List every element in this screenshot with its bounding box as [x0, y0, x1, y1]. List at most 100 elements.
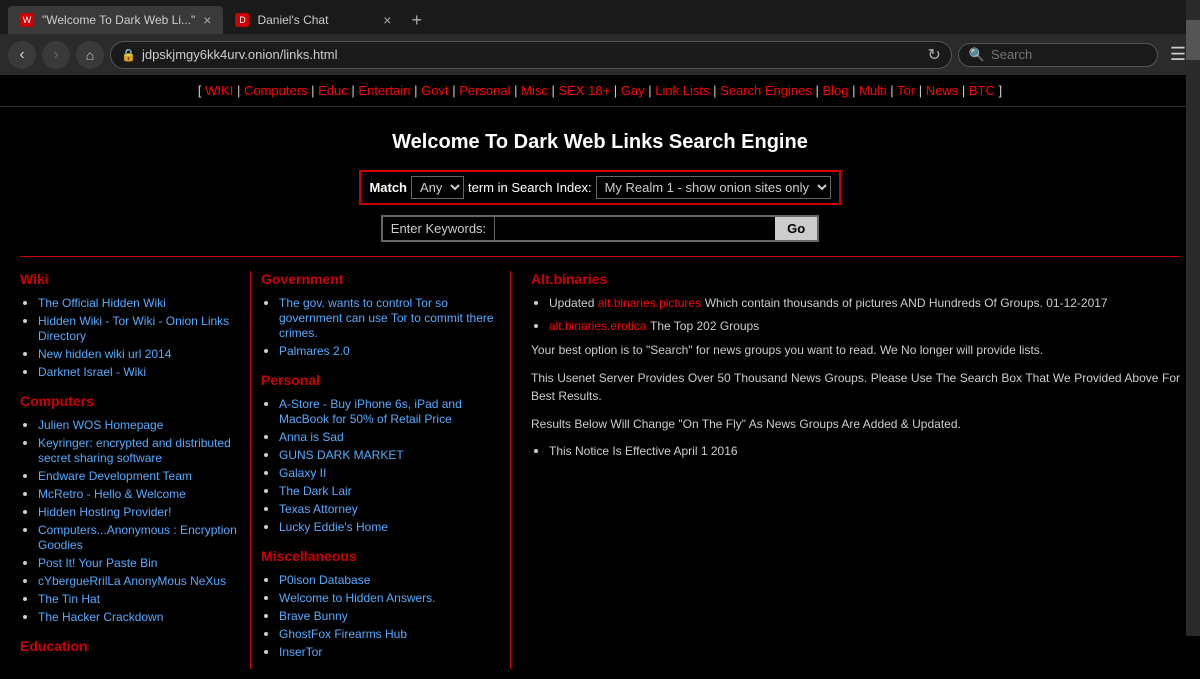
- gov-link-1[interactable]: The gov. wants to control Tor so governm…: [279, 296, 494, 340]
- nav-searchengines[interactable]: Search Engines: [720, 83, 812, 98]
- nav-news[interactable]: News: [926, 83, 959, 98]
- pers-link-2[interactable]: Anna is Sad: [279, 430, 344, 444]
- nav-linklists[interactable]: Link Lists: [655, 83, 709, 98]
- comp-link-8[interactable]: cYbergueRrilLa AnonyMous NeXus: [38, 574, 226, 588]
- alt-updated-text: Updated: [549, 296, 598, 310]
- address-input[interactable]: [142, 47, 922, 62]
- misc-link-2[interactable]: Welcome to Hidden Answers.: [279, 591, 436, 605]
- browser-search-input[interactable]: [991, 47, 1147, 62]
- misc-link-3[interactable]: Brave Bunny: [279, 609, 348, 623]
- list-item: The Tin Hat: [38, 591, 240, 606]
- scrollbar-thumb[interactable]: [1186, 20, 1200, 60]
- comp-link-4[interactable]: McRetro - Hello & Welcome: [38, 487, 186, 501]
- wiki-link-3[interactable]: New hidden wiki url 2014: [38, 347, 171, 361]
- nav-blog[interactable]: Blog: [823, 83, 849, 98]
- lock-icon: 🔒: [121, 48, 136, 62]
- nav-tor[interactable]: Tor: [897, 83, 915, 98]
- nav-multi[interactable]: Multi: [859, 83, 886, 98]
- tab-icon-danielschat: D: [235, 13, 249, 27]
- index-select[interactable]: My Realm 1 - show onion sites only: [596, 176, 831, 199]
- reload-button[interactable]: ↻: [927, 45, 940, 65]
- alt-binaries-list: Updated alt.binaries.pictures Which cont…: [531, 295, 1180, 310]
- col-mid: Government The gov. wants to control Tor…: [250, 271, 510, 669]
- list-item: The Hacker Crackdown: [38, 609, 240, 624]
- tab-close-darkweb[interactable]: ×: [203, 12, 211, 28]
- comp-link-10[interactable]: The Hacker Crackdown: [38, 610, 163, 624]
- list-item: Julien WOS Homepage: [38, 417, 240, 432]
- pers-link-6[interactable]: Texas Attorney: [279, 502, 358, 516]
- scrollbar[interactable]: [1186, 0, 1200, 636]
- forward-button[interactable]: ›: [42, 41, 70, 69]
- list-item: Hidden Hosting Provider!: [38, 504, 240, 519]
- keyword-input[interactable]: [495, 217, 775, 240]
- page-title: Welcome To Dark Web Links Search Engine: [20, 117, 1180, 170]
- wiki-link-4[interactable]: Darknet Israel - Wiki: [38, 365, 146, 379]
- nav-bracket-open: [: [198, 83, 202, 98]
- nav-personal[interactable]: Personal: [459, 83, 510, 98]
- notice-text: This Notice Is Effective April 1 2016: [549, 444, 738, 458]
- comp-link-2[interactable]: Keyringer: encrypted and distributed sec…: [38, 436, 231, 465]
- government-section-title: Government: [261, 271, 500, 287]
- nav-educ[interactable]: Educ: [318, 83, 348, 98]
- wiki-section-title: Wiki: [20, 271, 240, 287]
- new-tab-button[interactable]: +: [403, 10, 430, 31]
- nav-entertain[interactable]: Entertain: [358, 83, 410, 98]
- list-item: cYbergueRrilLa AnonyMous NeXus: [38, 573, 240, 588]
- nav-gay[interactable]: Gay: [621, 83, 645, 98]
- browser-chrome: W "Welcome To Dark Web Li..." × D Daniel…: [0, 0, 1200, 75]
- page-content: [ WIKI | Computers | Educ | Entertain | …: [0, 75, 1200, 679]
- col-right: Alt.binaries Updated alt.binaries.pictur…: [510, 271, 1180, 669]
- nav-sex18[interactable]: SEX 18+: [558, 83, 610, 98]
- alt-erotica-desc: The Top 202 Groups: [650, 319, 759, 333]
- alt-erotica-link[interactable]: alt.binaries.erotica: [549, 319, 646, 333]
- pers-link-1[interactable]: A-Store - Buy iPhone 6s, iPad and MacBoo…: [279, 397, 462, 426]
- tab-danielschat[interactable]: D Daniel's Chat ×: [223, 6, 403, 34]
- comp-link-3[interactable]: Endware Development Team: [38, 469, 192, 483]
- go-button[interactable]: Go: [775, 217, 817, 240]
- nav-misc[interactable]: Misc: [521, 83, 548, 98]
- col-left: Wiki The Official Hidden Wiki Hidden Wik…: [20, 271, 250, 669]
- pers-link-3[interactable]: GUNS DARK MARKET: [279, 448, 404, 462]
- misc-link-4[interactable]: GhostFox Firearms Hub: [279, 627, 407, 641]
- address-bar[interactable]: 🔒 ↻: [110, 41, 952, 69]
- wiki-link-1[interactable]: The Official Hidden Wiki: [38, 296, 166, 310]
- misc-link-1[interactable]: P0ison Database: [279, 573, 370, 587]
- wiki-link-2[interactable]: Hidden Wiki - Tor Wiki - Onion Links Dir…: [38, 314, 229, 343]
- list-item: Texas Attorney: [279, 501, 500, 516]
- pers-link-5[interactable]: The Dark Lair: [279, 484, 352, 498]
- divider: [20, 256, 1180, 257]
- misc-link-list: P0ison Database Welcome to Hidden Answer…: [261, 572, 500, 659]
- alt-erotica-list: alt.binaries.erotica The Top 202 Groups: [531, 318, 1180, 333]
- comp-link-5[interactable]: Hidden Hosting Provider!: [38, 505, 171, 519]
- comp-link-7[interactable]: Post It! Your Paste Bin: [38, 556, 157, 570]
- tab-close-danielschat[interactable]: ×: [383, 12, 391, 28]
- misc-link-5[interactable]: InserTor: [279, 645, 322, 659]
- notice-list: This Notice Is Effective April 1 2016: [531, 443, 1180, 458]
- list-item: InserTor: [279, 644, 500, 659]
- list-item: Endware Development Team: [38, 468, 240, 483]
- pers-link-7[interactable]: Lucky Eddie's Home: [279, 520, 388, 534]
- list-item: Darknet Israel - Wiki: [38, 364, 240, 379]
- match-select[interactable]: Any All: [411, 176, 464, 199]
- browser-search-bar[interactable]: 🔍: [958, 43, 1158, 67]
- nav-govt[interactable]: Govt: [421, 83, 448, 98]
- alt-para3: Results Below Will Change "On The Fly" A…: [531, 415, 1180, 433]
- comp-link-6[interactable]: Computers...Anonymous : Encryption Goodi…: [38, 523, 237, 552]
- nav-btc[interactable]: BTC: [969, 83, 995, 98]
- list-item: Lucky Eddie's Home: [279, 519, 500, 534]
- list-item: Keyringer: encrypted and distributed sec…: [38, 435, 240, 465]
- list-item: New hidden wiki url 2014: [38, 346, 240, 361]
- nav-wiki[interactable]: WIKI: [205, 83, 233, 98]
- tab-darkweb[interactable]: W "Welcome To Dark Web Li..." ×: [8, 6, 223, 34]
- back-button[interactable]: ‹: [8, 41, 36, 69]
- comp-link-1[interactable]: Julien WOS Homepage: [38, 418, 163, 432]
- columns: Wiki The Official Hidden Wiki Hidden Wik…: [20, 271, 1180, 669]
- gov-link-2[interactable]: Palmares 2.0: [279, 344, 350, 358]
- nav-computers[interactable]: Computers: [244, 83, 308, 98]
- pers-link-4[interactable]: Galaxy II: [279, 466, 326, 480]
- personal-section-title: Personal: [261, 372, 500, 388]
- list-item: A-Store - Buy iPhone 6s, iPad and MacBoo…: [279, 396, 500, 426]
- alt-pictures-link[interactable]: alt.binaries.pictures: [598, 296, 701, 310]
- comp-link-9[interactable]: The Tin Hat: [38, 592, 100, 606]
- search-box-area: Match Any All term in Search Index: My R…: [20, 170, 1180, 242]
